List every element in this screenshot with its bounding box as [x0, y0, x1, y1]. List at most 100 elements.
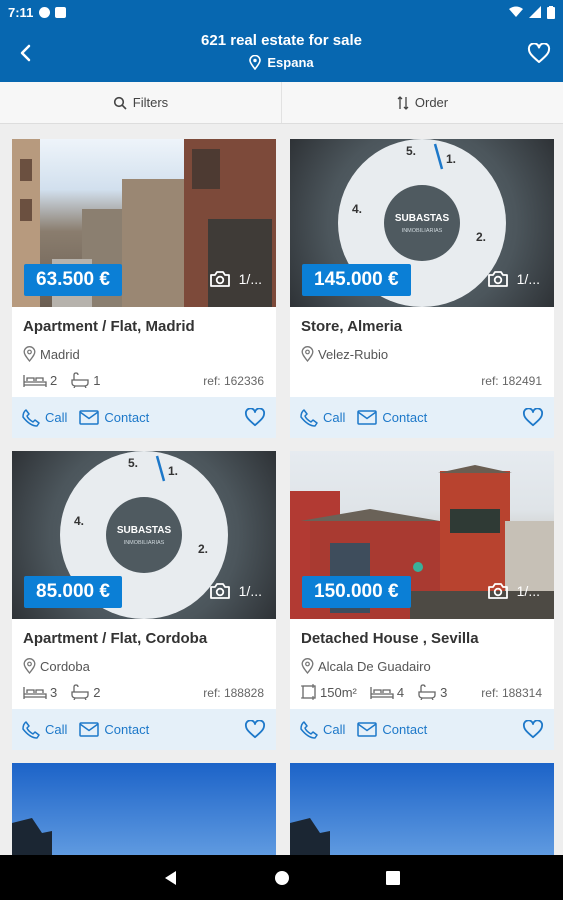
reference-number: ref: 182491: [481, 374, 542, 388]
reference-number: ref: 188828: [203, 686, 264, 700]
svg-text:5.: 5.: [128, 456, 138, 470]
phone-icon: [300, 720, 318, 739]
svg-text:2.: 2.: [198, 542, 208, 556]
photo-counter: 1/...: [209, 582, 262, 600]
contact-button[interactable]: Contact: [79, 722, 149, 737]
phone-icon: [22, 408, 40, 427]
photo-count: 1/...: [238, 271, 262, 287]
photo-count: 1/...: [516, 271, 540, 287]
favorite-button[interactable]: [523, 38, 555, 68]
baths-count: 2: [93, 684, 101, 700]
photo-counter: 1/...: [209, 270, 262, 288]
listing-card[interactable]: [12, 763, 276, 855]
location-text: Velez-Rubio: [318, 346, 389, 362]
bed-icon: [23, 687, 47, 699]
call-button[interactable]: Call: [22, 408, 67, 427]
location-text: Cordoba: [40, 658, 90, 674]
listing-card[interactable]: 63.500 € 1/... Apartment / Flat, Madrid …: [12, 139, 276, 438]
app-bar: 621 real estate for sale Espana: [0, 24, 563, 82]
price-badge: 150.000 €: [302, 576, 411, 608]
area-size: 150m²: [320, 684, 357, 700]
action-bar: Call Contact: [290, 709, 554, 750]
contact-button[interactable]: Contact: [79, 410, 149, 425]
sort-icon: [397, 95, 409, 110]
wifi-icon: [509, 6, 523, 17]
call-label: Call: [323, 722, 346, 737]
photo-counter: 1/...: [487, 270, 540, 288]
camera-icon: [209, 583, 230, 599]
call-button[interactable]: Call: [22, 720, 67, 739]
favorite-button[interactable]: [244, 408, 266, 427]
contact-label: Contact: [382, 410, 428, 425]
call-label: Call: [323, 410, 346, 425]
price-badge: 63.500 €: [24, 264, 122, 296]
bath-icon: [71, 684, 89, 700]
action-bar: Call Contact: [12, 709, 276, 750]
call-button[interactable]: Call: [300, 408, 346, 427]
nav-back-icon[interactable]: [164, 870, 178, 886]
photo-counter: 1/...: [487, 582, 540, 600]
bath-icon: [418, 684, 436, 700]
listing-photo[interactable]: [12, 763, 276, 855]
listing-photo[interactable]: [290, 763, 554, 855]
listing-location: Madrid: [23, 346, 80, 362]
price-badge: 85.000 €: [24, 576, 122, 608]
reference-number: ref: 162336: [203, 374, 264, 388]
listing-title: Detached House , Sevilla: [301, 630, 479, 647]
action-bar: Call Contact: [12, 397, 276, 438]
baths-count: 1: [93, 372, 101, 388]
order-button[interactable]: Order: [281, 82, 563, 123]
photo-count: 1/...: [238, 583, 262, 599]
photo-count: 1/...: [516, 583, 540, 599]
listing-features: 2 1: [23, 372, 100, 388]
listing-location: Alcala De Guadairo: [301, 658, 431, 674]
notification-icon: [55, 6, 67, 18]
call-button[interactable]: Call: [300, 720, 346, 739]
favorite-button[interactable]: [522, 720, 544, 739]
notification-icon: [39, 6, 51, 18]
area-icon: [301, 684, 316, 700]
phone-icon: [300, 408, 318, 427]
location-text: Alcala De Guadairo: [318, 658, 431, 674]
listing-card[interactable]: 150.000 € 1/... Detached House , Sevilla…: [290, 451, 554, 750]
beds-count: 2: [50, 372, 58, 388]
listing-location: Velez-Rubio: [301, 346, 388, 362]
baths-count: 3: [440, 684, 448, 700]
status-bar: 7:11: [0, 0, 563, 24]
location-pin-icon: [301, 658, 314, 674]
svg-text:5.: 5.: [406, 144, 416, 158]
heart-icon: [523, 720, 543, 739]
listing-card[interactable]: SUBASTAS INMOBILIARIAS 5. 1. 4. 2. 85.00…: [12, 451, 276, 750]
listing-card[interactable]: SUBASTAS INMOBILIARIAS 5. 1. 4. 2. 145.0…: [290, 139, 554, 438]
mail-icon: [357, 722, 378, 737]
svg-text:INMOBILIARIAS: INMOBILIARIAS: [124, 540, 165, 546]
listing-location: Cordoba: [23, 658, 90, 674]
bed-icon: [23, 375, 47, 387]
mail-icon: [357, 410, 378, 425]
listing-title: Apartment / Flat, Cordoba: [23, 630, 208, 647]
price-badge: 145.000 €: [302, 264, 411, 296]
location-pin-icon: [23, 346, 36, 362]
beds-count: 3: [50, 684, 58, 700]
page-title: 621 real estate for sale: [201, 32, 362, 49]
heart-icon: [527, 42, 551, 63]
svg-text:4.: 4.: [352, 202, 362, 216]
phone-icon: [22, 720, 40, 739]
signal-icon: [529, 6, 541, 18]
listing-features: 150m² 4 3: [301, 684, 447, 700]
favorite-button[interactable]: [244, 720, 266, 739]
heart-icon: [245, 408, 265, 427]
favorite-button[interactable]: [522, 408, 544, 427]
svg-text:1.: 1.: [168, 464, 178, 478]
listing-card[interactable]: [290, 763, 554, 855]
contact-button[interactable]: Contact: [357, 722, 427, 737]
camera-icon: [209, 271, 230, 287]
nav-home-icon[interactable]: [274, 870, 290, 886]
location-subtitle: Espana: [0, 55, 563, 70]
svg-text:2.: 2.: [476, 230, 486, 244]
filters-button[interactable]: Filters: [0, 82, 281, 123]
nav-recents-icon[interactable]: [385, 870, 400, 885]
location-pin-icon: [301, 346, 314, 362]
listing-features: 3 2: [23, 684, 100, 700]
contact-button[interactable]: Contact: [357, 410, 427, 425]
